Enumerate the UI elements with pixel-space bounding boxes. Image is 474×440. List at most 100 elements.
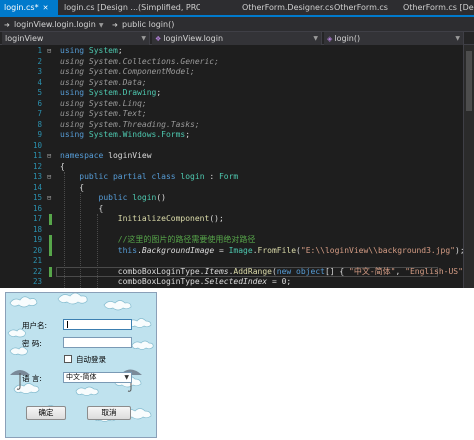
line-number: 21 (32, 256, 42, 265)
code-token: BackgroundImage (141, 245, 215, 255)
code-token: System.Windows.Forms (88, 130, 186, 139)
code-token: ; (156, 88, 162, 97)
code-line: 2 using System.Collections.Generic; (0, 57, 474, 68)
code-token: Form (218, 172, 239, 181)
code-text[interactable]: using System.Threading.Tasks; (60, 120, 200, 131)
chevron-down-icon: ▼ (141, 35, 146, 42)
line-number: 20 (32, 245, 42, 255)
code-token: ; (185, 130, 191, 139)
code-token: "English-US" (405, 266, 463, 276)
class-dropdown[interactable]: ❖ loginView.login ▼ (152, 32, 322, 45)
auto-login-label[interactable]: 自动登录 (76, 354, 106, 365)
code-text[interactable]: using System.Text; (60, 109, 147, 120)
code-token: "E:\\loginView\\background3.jpg" (300, 245, 455, 255)
language-combobox[interactable]: 中文-简体 ▼ (63, 372, 132, 383)
line-number: 9 (37, 130, 42, 139)
code-text[interactable]: public login() (60, 193, 166, 204)
code-token: login (132, 193, 157, 202)
ok-button[interactable]: 确定 (26, 406, 66, 420)
code-line: 17 InitializeComponent(); (0, 214, 474, 225)
code-text[interactable]: public partial class login : Form (60, 172, 238, 183)
code-token: using System.Text; (60, 109, 147, 118)
code-area[interactable]: 1 ⊟ using System; 2 using System.Collections… (0, 45, 474, 288)
code-token: using System.Collections.Generic; (60, 56, 219, 66)
line-number: 19 (32, 235, 42, 244)
tab-otherform-design[interactable]: OtherForm.cs [Design] (399, 0, 474, 15)
code-text[interactable]: //这里的图片的路径需要使用绝对路径 (60, 235, 256, 246)
code-line: 4 using System.Data; (0, 78, 474, 89)
code-line: 14 { (0, 183, 474, 194)
code-text[interactable]: using System.Windows.Forms; (60, 130, 190, 141)
member-dropdown-value: login() (334, 34, 361, 43)
project-dropdown[interactable]: loginView ▼ (2, 32, 150, 45)
code-text[interactable]: } (60, 288, 104, 289)
code-editor-window: login.cs* ✕ login.cs [Design ...(Simplifi… (0, 0, 474, 288)
code-token: public partial class (79, 172, 181, 181)
tab-login-design[interactable]: login.cs [Design ...(Simplified, PRC)]* (60, 0, 200, 15)
code-text[interactable]: using System.Data; (60, 78, 147, 89)
code-token: SelectedIndex (204, 277, 268, 286)
tab-label: login.cs* (4, 3, 39, 12)
line-number: 4 (37, 77, 42, 87)
code-token: using System.Threading.Tasks; (60, 119, 200, 129)
line-number: 23 (32, 277, 42, 286)
auto-login-checkbox[interactable] (64, 355, 72, 363)
code-line: 10 (0, 141, 474, 152)
class-dropdown-value: loginView.login (163, 34, 224, 43)
username-input[interactable] (63, 319, 132, 330)
code-line: 1 ⊟ using System; (0, 46, 474, 57)
code-text[interactable]: using System; (60, 46, 123, 57)
change-marker (49, 235, 52, 246)
line-number: 1 (37, 46, 42, 55)
scrollbar-thumb[interactable] (466, 51, 472, 111)
nav-member-selector[interactable]: ➜ public login() (112, 18, 174, 31)
fold-toggle-icon[interactable]: ⊟ (47, 172, 51, 183)
code-text[interactable]: using System.ComponentModel; (60, 67, 195, 78)
code-text[interactable]: { (60, 162, 65, 173)
change-marker (49, 245, 52, 256)
code-text[interactable]: using System.Drawing; (60, 88, 161, 99)
code-text[interactable]: namespace loginView (60, 151, 152, 162)
indent-guide (64, 172, 65, 288)
code-token: new object (276, 266, 325, 276)
tab-label: OtherForm.cs [Design] (403, 3, 474, 12)
code-text[interactable]: comboBoxLoginType.SelectedIndex = 0; (60, 277, 291, 288)
fold-toggle-icon[interactable]: ⊟ (47, 46, 51, 57)
code-token: , (395, 266, 406, 276)
vertical-scrollbar[interactable] (463, 45, 474, 288)
code-token: "中文-简体" (349, 266, 396, 276)
fold-toggle-icon[interactable]: ⊟ (47, 151, 51, 162)
code-text[interactable]: comboBoxLoginType.Items.AddRange(new obj… (60, 267, 474, 278)
code-text[interactable]: using System.Linq; (60, 99, 147, 110)
line-number: 8 (37, 119, 42, 129)
code-text[interactable]: using System.Collections.Generic; (60, 57, 219, 68)
code-text[interactable]: this.BackgroundImage = Image.FromFile("E… (60, 246, 465, 257)
line-number: 16 (32, 203, 42, 213)
tab-otherform-designer[interactable]: OtherForm.Designer.cs (238, 0, 338, 15)
tab-otherform-cs[interactable]: OtherForm.cs (330, 0, 398, 15)
code-token: (); (209, 214, 224, 223)
tab-login-cs[interactable]: login.cs* ✕ (0, 0, 58, 15)
close-icon[interactable]: ✕ (43, 1, 49, 15)
username-label: 用户名: (22, 321, 48, 330)
code-token: ; (117, 46, 123, 55)
cancel-button[interactable]: 取消 (87, 406, 131, 420)
code-text[interactable]: { (60, 204, 104, 215)
password-input[interactable] (63, 337, 132, 348)
code-token: using (60, 46, 89, 55)
member-dropdown[interactable]: ◈ login() ▼ (324, 32, 464, 45)
code-token: { (60, 161, 65, 171)
fold-toggle-icon[interactable]: ⊟ (47, 193, 51, 204)
code-token: Image (228, 245, 253, 255)
code-token: Items (204, 266, 229, 276)
arrow-right-icon: ➜ (4, 21, 10, 29)
code-token: using System.ComponentModel; (60, 67, 195, 76)
code-line: 19 //这里的图片的路径需要使用绝对路径 (0, 235, 474, 246)
line-number: 12 (32, 161, 42, 171)
code-token: using System.Data; (60, 77, 147, 87)
nav-class-selector[interactable]: ➜ loginView.login.login ▼ (4, 18, 103, 31)
code-text[interactable]: InitializeComponent(); (60, 214, 224, 225)
code-line: 5 using System.Drawing; (0, 88, 474, 99)
code-line: 21 (0, 256, 474, 267)
document-tab-bar: login.cs* ✕ login.cs [Design ...(Simplifi… (0, 0, 474, 17)
